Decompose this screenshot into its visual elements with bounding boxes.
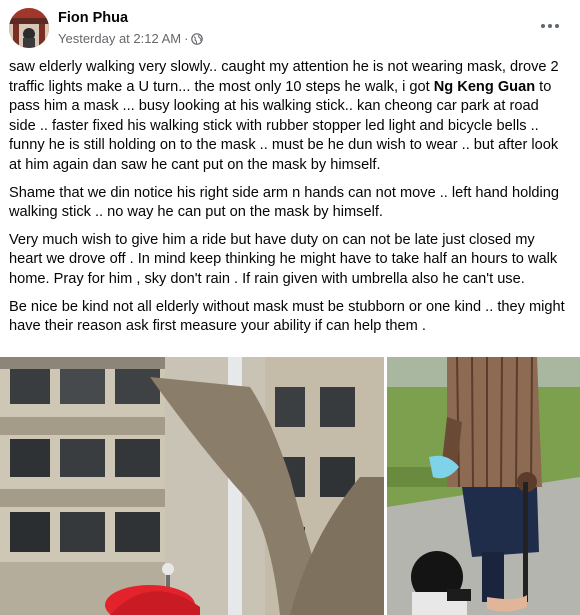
photo-walking-stick[interactable]	[387, 357, 580, 615]
post-paragraph: Shame that we din notice his right side …	[9, 184, 560, 221]
post-paragraph: saw elderly walking very slowly.. caught…	[9, 59, 559, 173]
globe-icon[interactable]	[191, 32, 204, 45]
post-meta: Yesterday at 2:12 AM ·	[58, 31, 204, 46]
more-options-icon[interactable]	[534, 14, 566, 38]
post-timestamp[interactable]: Yesterday at 2:12 AM	[58, 31, 181, 46]
post-paragraph: Be nice be kind not all elderly without …	[9, 298, 565, 335]
meta-separator: ·	[184, 31, 189, 46]
avatar[interactable]	[9, 8, 49, 48]
post-text: saw elderly walking very slowly.. caught…	[9, 58, 569, 345]
photo-grid	[0, 357, 580, 615]
photo-building-tree[interactable]	[0, 357, 384, 615]
post-header: Fion Phua Yesterday at 2:12 AM ·	[0, 0, 580, 56]
author-name[interactable]: Fion Phua	[58, 10, 128, 26]
post-paragraph: Very much wish to give him a ride but ha…	[9, 231, 558, 287]
mention-link[interactable]: Ng Keng Guan	[434, 79, 535, 95]
